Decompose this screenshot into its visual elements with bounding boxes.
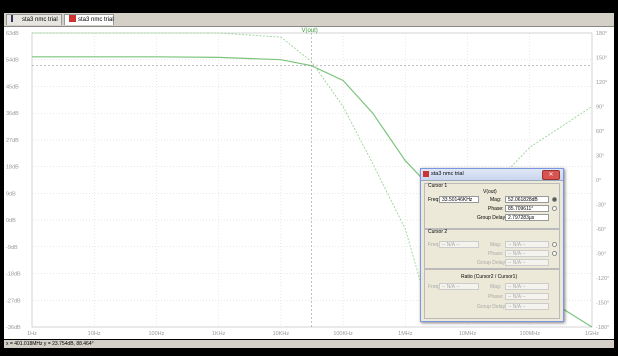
- y-tick-label: -18dB: [6, 272, 21, 278]
- y-right-tick-label: 150°: [596, 56, 607, 62]
- mag-label: Mag:: [490, 197, 502, 203]
- tab-bar: sta3 nmc trial sta3 nmc trial: [4, 13, 614, 27]
- y-tick-label: 45dB: [6, 84, 19, 90]
- c2-freq-label: Freq:: [428, 242, 440, 248]
- x-tick-label: 1KHz: [212, 331, 226, 337]
- trace-name-label[interactable]: V(out): [301, 28, 317, 34]
- y-tick-label: 0dB: [6, 218, 16, 224]
- x-tick-label: 10Hz: [88, 331, 101, 337]
- x-tick-label: 10MHz: [459, 331, 477, 337]
- freq-label: Freq:: [428, 197, 440, 203]
- x-tick-label: 100MHz: [520, 331, 541, 337]
- app-window: sta3 nmc trial sta3 nmc trial 63dB 54dB 45…: [0, 0, 618, 356]
- y-tick-label: 9dB: [6, 191, 16, 197]
- phase-field[interactable]: 85.709611°: [505, 205, 549, 212]
- tab-schematic[interactable]: sta3 nmc trial: [6, 14, 62, 25]
- y-right-tick-label: 30°: [596, 154, 604, 160]
- r-freq-label: Freq:: [428, 284, 440, 290]
- x-tick-label: 1MHz: [398, 331, 413, 337]
- r-mag-field: -- N/A --: [505, 283, 549, 290]
- cursor1-label: Cursor 1: [428, 183, 448, 189]
- y-right-tick-label: 90°: [596, 105, 604, 111]
- c2-mag-label: Mag:: [490, 242, 502, 248]
- dialog-title: sta3 nmc trial: [431, 171, 464, 177]
- r-mag-label: Mag:: [490, 284, 502, 290]
- y-axis-right-labels: 180° 150° 120° 90° 60° 30° 0° -30° -60° -90° -120°…: [596, 31, 609, 331]
- x-tick-label: 1GHz: [585, 331, 599, 337]
- c2-phase-label: Phase:: [488, 251, 504, 257]
- mag-radio[interactable]: [552, 197, 557, 202]
- cursor1-trace: V(out): [483, 189, 497, 195]
- x-tick-label: 100Hz: [148, 331, 164, 337]
- cursor1-group: Cursor 1 V(out) Freq: 33.50146KHz Mag: 5…: [424, 183, 560, 229]
- c2-gd-label: Group Delay:: [477, 260, 507, 266]
- r-gd-field: -- N/A --: [505, 303, 549, 310]
- y-right-tick-label: -120°: [596, 276, 609, 282]
- x-axis-labels: 1Hz 10Hz 100Hz 1KHz 10KHz 100KHz 1MHz 10MHz 100M…: [27, 331, 599, 337]
- c2-mag-field: -- N/A --: [505, 241, 549, 248]
- r-phase-label: Phase:: [488, 294, 504, 300]
- y-right-tick-label: -150°: [596, 301, 609, 307]
- group-delay-field[interactable]: 2.797283µs: [505, 214, 549, 221]
- y-right-tick-label: 180°: [596, 31, 607, 37]
- y-right-tick-label: 120°: [596, 80, 607, 86]
- phase-label: Phase:: [488, 206, 504, 212]
- cursor2-label: Cursor 2: [428, 229, 448, 235]
- phase-radio[interactable]: [552, 206, 557, 211]
- tab-schematic-label: sta3 nmc trial: [22, 17, 58, 23]
- y-axis-left-labels: 63dB 54dB 45dB 36dB 27dB 18dB 9dB 0dB -9dB -18dB -…: [6, 31, 21, 331]
- r-phase-field: -- N/A --: [505, 293, 549, 300]
- y-tick-label: 18dB: [6, 165, 19, 171]
- y-right-tick-label: -90°: [596, 252, 606, 258]
- app-logo-icon: [423, 171, 429, 177]
- cursor-dialog[interactable]: sta3 nmc trial ✕ Cursor 1 V(out) Freq: 3…: [420, 168, 564, 322]
- c2-freq-field: -- N/A --: [439, 241, 479, 248]
- ratio-group: Ratio (Cursor2 / Cursor1) Freq: -- N/A -…: [424, 269, 560, 319]
- schematic-icon: [11, 15, 20, 22]
- y-tick-label: 36dB: [6, 111, 19, 117]
- y-tick-label: 27dB: [6, 138, 19, 144]
- status-bar: x = 401.018MHz y = 23.754dB, 88.464°: [4, 340, 614, 348]
- tab-waveform-label: sta3 nmc trial: [78, 17, 114, 23]
- cursor2-group: Cursor 2 Freq: -- N/A -- Mag: -- N/A -- …: [424, 229, 560, 269]
- y-right-tick-label: -60°: [596, 227, 606, 233]
- c2-phase-radio[interactable]: [552, 251, 557, 256]
- c2-gd-field: -- N/A --: [505, 259, 549, 266]
- y-right-tick-label: 60°: [596, 129, 604, 135]
- y-tick-label: -27dB: [6, 298, 21, 304]
- dialog-titlebar[interactable]: sta3 nmc trial ✕: [421, 169, 563, 181]
- c2-phase-field: -- N/A --: [505, 250, 549, 257]
- y-tick-label: -36dB: [6, 325, 21, 331]
- r-gd-label: Group Delay:: [477, 304, 507, 310]
- y-tick-label: 63dB: [6, 31, 19, 37]
- y-right-tick-label: 0°: [596, 178, 601, 184]
- y-tick-label: 54dB: [6, 58, 19, 64]
- x-tick-label: 100KHz: [333, 331, 353, 337]
- y-right-tick-label: -30°: [596, 203, 606, 209]
- tab-waveform[interactable]: sta3 nmc trial: [64, 14, 114, 25]
- x-tick-label: 1Hz: [27, 331, 37, 337]
- freq-field[interactable]: 33.50146KHz: [439, 196, 479, 203]
- mag-field[interactable]: 52.061828dB: [505, 196, 549, 203]
- r-freq-field: -- N/A --: [439, 283, 479, 290]
- ratio-label: Ratio (Cursor2 / Cursor1): [461, 274, 518, 280]
- c2-mag-radio[interactable]: [552, 242, 557, 247]
- group-delay-label: Group Delay:: [477, 215, 507, 221]
- y-tick-label: -9dB: [6, 245, 18, 251]
- waveform-icon: [69, 15, 76, 22]
- close-button[interactable]: ✕: [542, 170, 560, 180]
- x-tick-label: 10KHz: [273, 331, 290, 337]
